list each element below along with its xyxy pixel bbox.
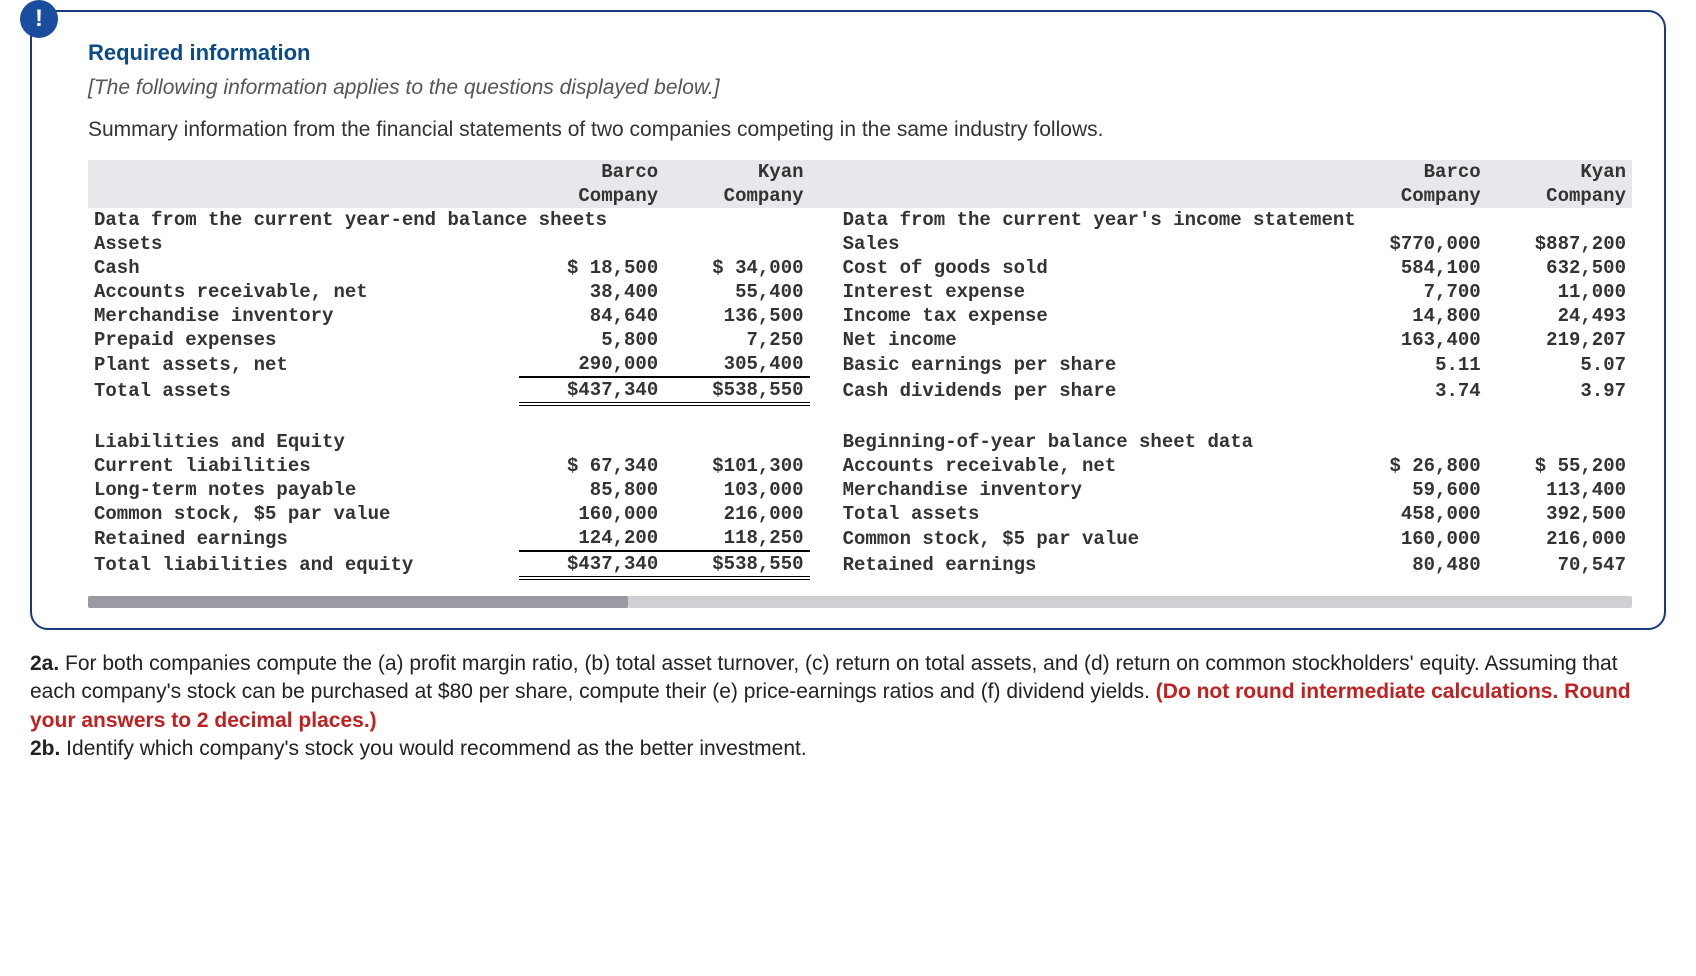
table-row: Common stock, $5 par value 160,000 216,0…: [88, 502, 1632, 526]
table-row: Plant assets, net 290,000 305,400 Basic …: [88, 352, 1632, 377]
table-row: Assets Sales $770,000 $887,200: [88, 232, 1632, 256]
horizontal-scrollbar[interactable]: [88, 596, 1632, 608]
col-kyan: Kyan: [664, 160, 809, 184]
col-barco: Barco: [519, 160, 664, 184]
table-row: Prepaid expenses 5,800 7,250 Net income …: [88, 328, 1632, 352]
table-row: Current liabilities $ 67,340 $101,300 Ac…: [88, 454, 1632, 478]
italic-note: [The following information applies to th…: [88, 76, 1632, 100]
table-row: Total liabilities and equity $437,340 $5…: [88, 551, 1632, 578]
col-kyan2: Kyan: [1487, 160, 1632, 184]
question-text: 2a. For both companies compute the (a) p…: [30, 650, 1666, 763]
header-row-2: Company Company Company Company: [88, 184, 1632, 208]
required-info-box: ! Required information [The following in…: [30, 10, 1666, 630]
table-row: Liabilities and Equity Beginning-of-year…: [88, 430, 1632, 454]
q2b-text: Identify which company's stock you would…: [60, 737, 806, 760]
required-heading: Required information: [88, 40, 1632, 66]
table-row: Long-term notes payable 85,800 103,000 M…: [88, 478, 1632, 502]
header-row-1: Barco Kyan Barco Kyan: [88, 160, 1632, 184]
alert-icon: !: [20, 0, 58, 38]
table-row: Retained earnings 124,200 118,250 Common…: [88, 526, 1632, 551]
table-row: Total assets $437,340 $538,550 Cash divi…: [88, 377, 1632, 404]
q2a-label: 2a.: [30, 652, 59, 675]
section-title: Data from the current year-end balance s…: [88, 208, 810, 232]
spacer-row: [88, 404, 1632, 430]
table-row: Accounts receivable, net 38,400 55,400 I…: [88, 280, 1632, 304]
table-row: Cash $ 18,500 $ 34,000 Cost of goods sol…: [88, 256, 1632, 280]
col-barco2: Barco: [1341, 160, 1486, 184]
q2b-label: 2b.: [30, 737, 60, 760]
financial-table: Barco Kyan Barco Kyan Company Company Co…: [88, 160, 1632, 580]
table-row: Merchandise inventory 84,640 136,500 Inc…: [88, 304, 1632, 328]
summary-line: Summary information from the financial s…: [88, 118, 1632, 142]
table-row: Data from the current year-end balance s…: [88, 208, 1632, 232]
section-title: Data from the current year's income stat…: [837, 208, 1632, 232]
